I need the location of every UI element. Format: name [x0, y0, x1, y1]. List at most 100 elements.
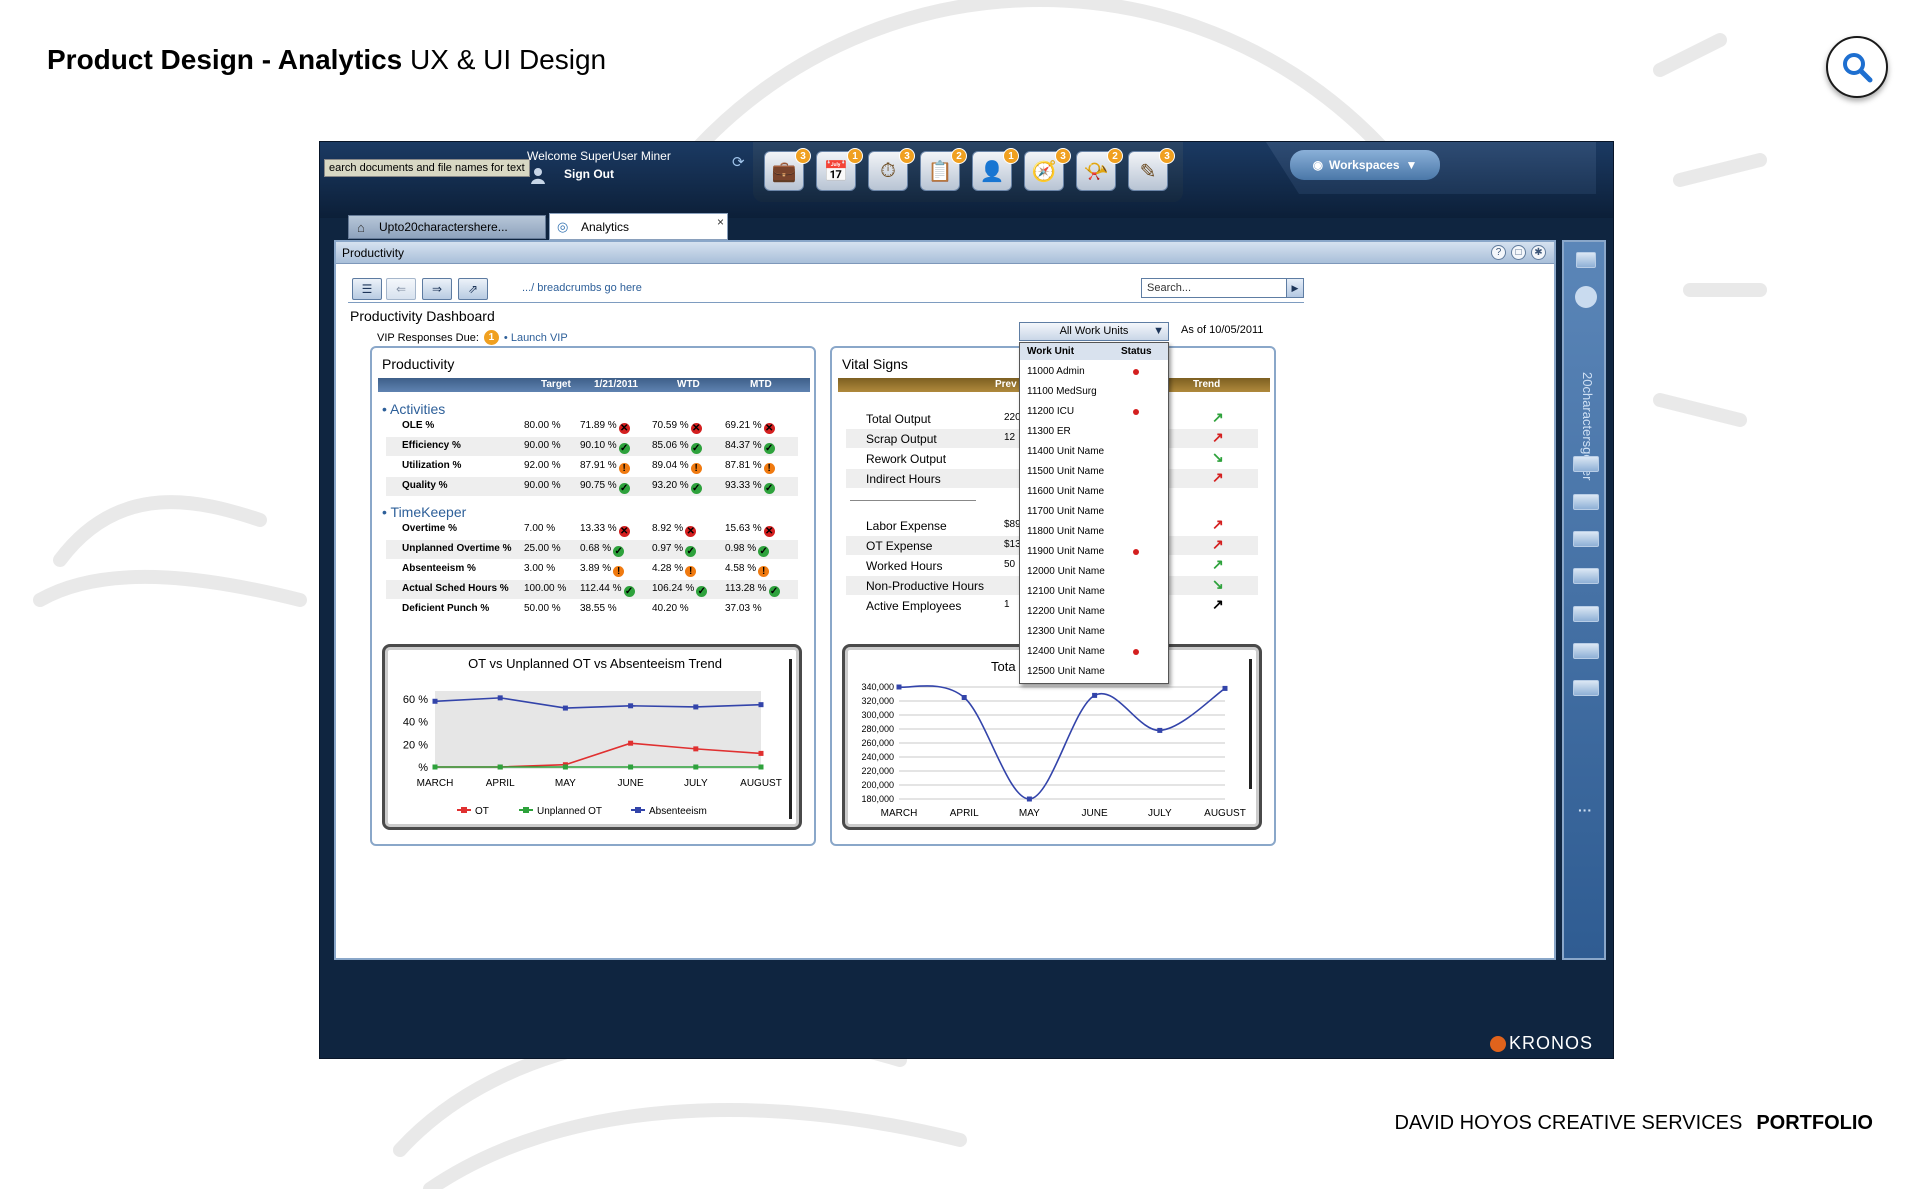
sidebar-slot-button[interactable] [1573, 680, 1599, 696]
dropdown-item[interactable]: 12300 Unit Name [1020, 622, 1168, 642]
close-icon[interactable]: × [717, 215, 724, 229]
list-view-button[interactable]: ☰ [352, 278, 382, 300]
card-title: Vital Signs [842, 356, 908, 372]
dropdown-item[interactable]: 12400 Unit Name [1020, 642, 1168, 662]
work-units-select[interactable]: All Work Units ▼ [1019, 322, 1169, 341]
dropdown-item[interactable]: 11500 Unit Name [1020, 462, 1168, 482]
status-warn-icon: ! [685, 566, 697, 577]
table-row: Deficient Punch % 50.00 % 38.55 % 40.20 % 37… [386, 600, 798, 619]
globe-icon[interactable] [1575, 286, 1597, 308]
y-tick-label: 20 % [403, 739, 428, 751]
data-point [432, 764, 438, 770]
metric-value: 13.33 % ✕ [580, 523, 630, 537]
metric-value: 37.03 % [725, 603, 762, 614]
metric-value: 0.68 % ✓ [580, 543, 625, 557]
metric-value: 69.21 % ✕ [725, 420, 775, 434]
tool-briefcase-button[interactable]: 💼 3 [764, 148, 811, 191]
search-go-button[interactable]: ▶ [1286, 278, 1304, 298]
data-point [896, 684, 902, 690]
workspaces-button[interactable]: ◉ Workspaces ▼ [1290, 150, 1440, 180]
legend-label: Unplanned OT [537, 806, 602, 817]
status-warn-icon: ! [690, 463, 702, 474]
dropdown-item[interactable]: 11700 Unit Name [1020, 502, 1168, 522]
column-header: Target [541, 379, 571, 390]
sign-out-link[interactable]: Sign Out [564, 167, 614, 181]
metric-value: 50.00 % [524, 603, 561, 614]
dropdown-item[interactable]: 12000 Unit Name [1020, 562, 1168, 582]
dropdown-item[interactable]: 12500 Unit Name [1020, 662, 1168, 682]
sidebar-slot-button[interactable] [1573, 643, 1599, 659]
tool-compass-button[interactable]: 🧭 3 [1024, 148, 1071, 191]
export-button[interactable]: ⇗ [458, 278, 488, 300]
sidebar-slot-button[interactable] [1573, 494, 1599, 510]
settings-icon[interactable]: ✱ [1531, 245, 1546, 260]
prev-value: 12 [1004, 432, 1016, 443]
section-heading: • Activities [382, 401, 446, 417]
metric-label: Overtime % [402, 523, 458, 534]
tool-badge: 3 [795, 148, 811, 164]
welcome-text: Welcome SuperUser Miner [527, 149, 671, 163]
dropdown-item[interactable]: 11100 MedSurg [1020, 382, 1168, 402]
metric-label: Worked Hours [866, 559, 943, 573]
y-tick-label: 200,000 [861, 780, 894, 790]
search-input[interactable]: Search... [1141, 278, 1287, 298]
metric-value: 0.97 % ✓ [652, 543, 697, 557]
metric-label: Unplanned Overtime % [402, 543, 512, 554]
series-line-total-output [898, 685, 1226, 800]
tool-calendar-button[interactable]: 📅 1 [816, 148, 863, 191]
dropdown-item[interactable]: 11800 Unit Name [1020, 522, 1168, 542]
globe-icon: ◉ [1312, 158, 1324, 172]
refresh-icon[interactable]: ⟳ [732, 153, 745, 171]
column-header: WTD [677, 379, 700, 390]
dropdown-item[interactable]: 11300 ER [1020, 422, 1168, 442]
status-bad-icon: ✕ [618, 423, 630, 434]
data-point [693, 746, 699, 752]
y-tick-label: 40 % [403, 717, 428, 729]
chart-scrollbar [789, 659, 792, 819]
metric-value: 84.37 % ✓ [725, 440, 775, 454]
metric-value: 85.06 % ✓ [652, 440, 702, 454]
user-icon[interactable] [530, 166, 548, 186]
legend-marker [461, 807, 467, 813]
status-good-icon: ✓ [618, 443, 630, 454]
y-tick-label: 260,000 [861, 738, 894, 748]
data-point [1222, 685, 1228, 691]
help-icon[interactable]: ? [1491, 245, 1506, 260]
metric-value: 80.00 % [524, 420, 561, 431]
legend-marker [523, 807, 529, 813]
work-units-dropdown[interactable]: Work Unit Status 11000 Admin 11100 MedSur… [1019, 342, 1169, 684]
x-tick-label: MAY [1019, 808, 1040, 819]
tool-people-button[interactable]: 👤 1 [972, 148, 1019, 191]
tab-upto20[interactable]: ⌂ Upto20charactershere... [348, 215, 546, 239]
tool-clock-button[interactable]: ⏱ 3 [868, 148, 915, 191]
table-row: Efficiency % 90.00 % 90.10 % ✓ 85.06 % ✓ 84.37… [386, 437, 798, 456]
metric-value: 3.00 % [524, 563, 556, 574]
maximize-icon[interactable]: □ [1511, 245, 1526, 260]
dropdown-item[interactable]: 11600 Unit Name [1020, 482, 1168, 502]
trend-up-green-icon: ↗ [1212, 556, 1224, 572]
tool-badge: 2 [951, 148, 967, 164]
dropdown-item[interactable]: 11000 Admin [1020, 362, 1168, 382]
dropdown-item[interactable]: 11400 Unit Name [1020, 442, 1168, 462]
dropdown-item[interactable]: 12100 Unit Name [1020, 582, 1168, 602]
tab-analytics[interactable]: ◎ Analytics × [549, 213, 728, 240]
breadcrumb[interactable]: .../ breadcrumbs go here [522, 282, 642, 294]
dropdown-item[interactable]: 11200 ICU [1020, 402, 1168, 422]
tool-horn-button[interactable]: 📯 2 [1076, 148, 1123, 191]
sidebar-slot-button[interactable] [1573, 606, 1599, 622]
search-button[interactable] [1826, 36, 1888, 98]
metric-value: 90.10 % ✓ [580, 440, 630, 454]
dropdown-item[interactable]: 12200 Unit Name [1020, 602, 1168, 622]
sidebar-slot-button[interactable] [1573, 568, 1599, 584]
tool-schedule-button[interactable]: 📋 2 [920, 148, 967, 191]
tool-pen-button[interactable]: ✎ 3 [1128, 148, 1175, 191]
sidebar-slot-button[interactable] [1573, 456, 1599, 472]
dropdown-item[interactable]: 11900 Unit Name [1020, 542, 1168, 562]
page-heading: Product Design - Analytics UX & UI Desig… [47, 44, 607, 75]
back-button[interactable]: ⇐ [386, 278, 416, 300]
sidebar-slot-button[interactable] [1573, 531, 1599, 547]
collapse-button[interactable] [1576, 252, 1596, 268]
more-icon[interactable]: ··· [1578, 802, 1592, 818]
launch-vip-link[interactable]: • Launch VIP [504, 332, 568, 344]
forward-button[interactable]: ⇒ [422, 278, 452, 300]
